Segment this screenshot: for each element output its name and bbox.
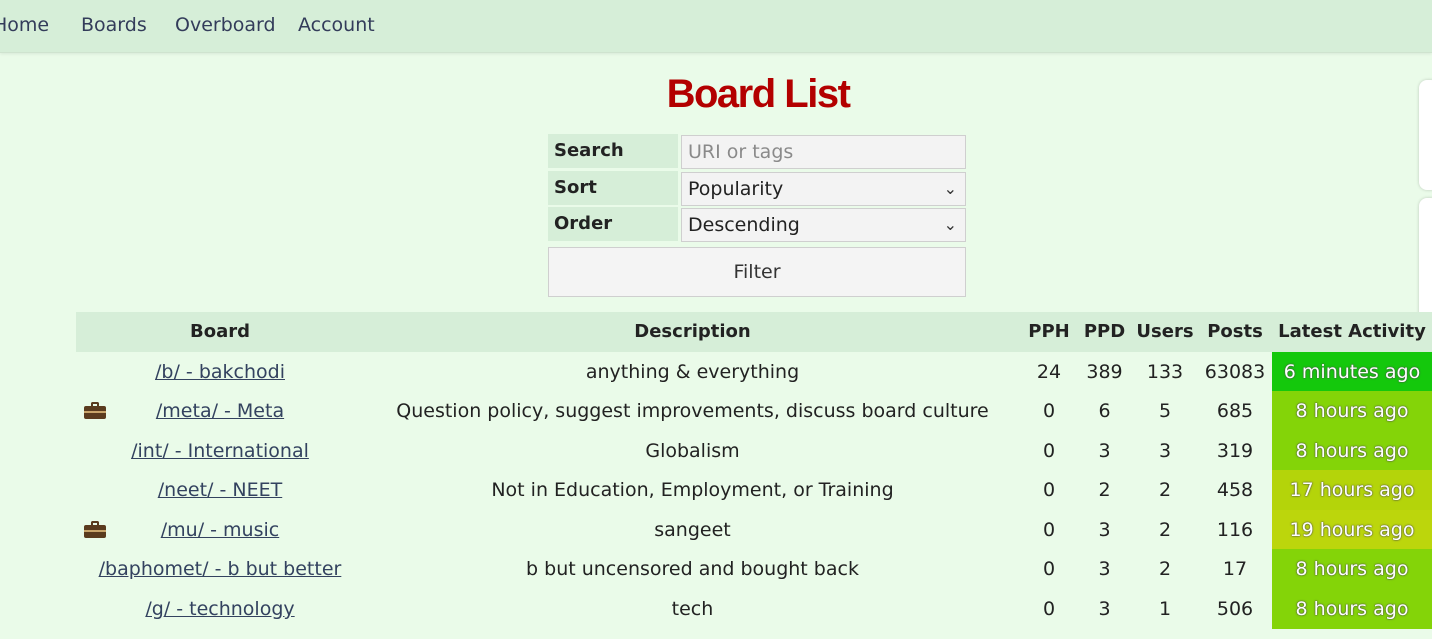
- cell-pph: 24: [1036, 361, 1062, 383]
- cell-latest-activity: 17 hours ago: [1272, 470, 1432, 510]
- cell-description: anything & everything: [585, 361, 800, 383]
- cell-posts: 17: [1222, 558, 1248, 580]
- cell-description: Globalism: [645, 440, 740, 462]
- header-latest-activity[interactable]: Latest Activity: [1272, 312, 1432, 352]
- header-description[interactable]: Description: [364, 312, 1021, 352]
- cell-board: /mu/ - music: [76, 510, 364, 550]
- page-title: Board List: [666, 72, 851, 116]
- chevron-down-icon: ⌄: [943, 215, 957, 234]
- cell-posts: 685: [1216, 400, 1254, 422]
- cell-latest-activity: 8 hours ago: [1272, 589, 1432, 629]
- cell-pph: 0: [1042, 479, 1056, 501]
- sort-label: Sort: [548, 171, 678, 205]
- sort-select[interactable]: Popularity ⌄: [681, 172, 966, 206]
- order-select[interactable]: Descending ⌄: [681, 208, 966, 242]
- table-header: Board Description PPH PPD Users Posts La…: [76, 312, 1432, 352]
- board-link[interactable]: /mu/ - music: [161, 519, 279, 541]
- cell-description: Not in Education, Employment, or Trainin…: [491, 479, 894, 501]
- header-users[interactable]: Users: [1132, 312, 1198, 352]
- cell-ppd: 389: [1086, 361, 1123, 383]
- nav-boards-link[interactable]: Boards: [81, 14, 147, 36]
- cell-board: /meta/ - Meta: [76, 391, 364, 431]
- cell-users: 2: [1158, 519, 1172, 541]
- cell-description: tech: [671, 598, 714, 620]
- top-nav: Home Boards Overboard Account: [0, 0, 1432, 53]
- cell-posts: 63083: [1204, 361, 1266, 383]
- chevron-down-icon: ⌄: [943, 179, 957, 198]
- cell-posts: 319: [1216, 440, 1254, 462]
- board-link[interactable]: /int/ - International: [131, 440, 309, 462]
- order-value: Descending: [688, 214, 800, 236]
- cell-users: 5: [1158, 400, 1172, 422]
- table-row: /mu/ - music sangeet 0 3 2 116 19 hours ago: [76, 510, 1432, 550]
- board-link[interactable]: /b/ - bakchodi: [155, 361, 285, 383]
- nav-account-link[interactable]: Account: [298, 14, 375, 36]
- nav-home-link[interactable]: Home: [0, 14, 49, 36]
- cell-latest-activity: 8 hours ago: [1272, 549, 1432, 589]
- board-link[interactable]: /neet/ - NEET: [158, 479, 282, 501]
- search-label: Search: [548, 134, 678, 168]
- search-row: Search URI or tags: [548, 134, 966, 169]
- cell-pph: 0: [1042, 558, 1056, 580]
- cell-board: /int/ - International: [76, 431, 364, 471]
- cell-board: /g/ - technology: [76, 589, 364, 629]
- cell-latest-activity: 19 hours ago: [1272, 510, 1432, 550]
- table-row: /int/ - International Globalism 0 3 3 319 8 ho…: [76, 431, 1432, 471]
- order-row: Order Descending ⌄: [548, 207, 966, 242]
- cell-board: /neet/ - NEET: [76, 470, 364, 510]
- order-label: Order: [548, 207, 678, 241]
- cell-latest-activity: 8 hours ago: [1272, 391, 1432, 431]
- cell-posts: 458: [1216, 479, 1254, 501]
- cell-pph: 0: [1042, 440, 1056, 462]
- table-row: /meta/ - Meta Question policy, suggest im…: [76, 391, 1432, 431]
- table-row: /b/ - bakchodi anything & everything 24 389…: [76, 352, 1432, 392]
- cell-pph: 0: [1042, 519, 1056, 541]
- cell-users: 133: [1146, 361, 1184, 383]
- header-pph[interactable]: PPH: [1021, 312, 1077, 352]
- cell-latest-activity: 6 minutes ago: [1272, 352, 1432, 392]
- cell-ppd: 3: [1098, 440, 1111, 462]
- cell-ppd: 3: [1098, 519, 1111, 541]
- cell-posts: 116: [1216, 519, 1254, 541]
- nav-overboard-link[interactable]: Overboard: [175, 14, 276, 36]
- cell-description: Question policy, suggest improvements, d…: [396, 400, 989, 422]
- board-link[interactable]: /baphomet/ - b but better: [99, 558, 342, 580]
- header-board[interactable]: Board: [76, 312, 364, 352]
- cell-ppd: 6: [1098, 400, 1111, 422]
- board-link[interactable]: /g/ - technology: [145, 598, 294, 620]
- table-row: /baphomet/ - b but better b but uncensore…: [76, 549, 1432, 589]
- filter-button[interactable]: Filter: [548, 247, 966, 297]
- header-ppd[interactable]: PPD: [1077, 312, 1132, 352]
- table-row: /g/ - technology tech 0 3 1 506 8 hours ago: [76, 589, 1432, 629]
- table-row: /neet/ - NEET Not in Education, Employmen…: [76, 470, 1432, 510]
- cell-description: sangeet: [654, 519, 731, 541]
- cell-users: 2: [1158, 558, 1172, 580]
- cell-description: b but uncensored and bought back: [526, 558, 859, 580]
- cell-pph: 0: [1042, 598, 1056, 620]
- cell-board: /baphomet/ - b but better: [76, 549, 364, 589]
- sort-value: Popularity: [688, 178, 784, 200]
- cell-users: 1: [1158, 598, 1172, 620]
- cell-users: 3: [1158, 440, 1172, 462]
- cell-pph: 0: [1042, 400, 1056, 422]
- header-posts[interactable]: Posts: [1198, 312, 1272, 352]
- board-link[interactable]: /meta/ - Meta: [156, 400, 284, 422]
- cell-ppd: 2: [1098, 479, 1111, 501]
- sort-row: Sort Popularity ⌄: [548, 171, 966, 206]
- cell-posts: 506: [1216, 598, 1254, 620]
- cell-users: 2: [1158, 479, 1172, 501]
- cell-ppd: 3: [1098, 598, 1111, 620]
- cell-board: /b/ - bakchodi: [76, 352, 364, 392]
- cell-latest-activity: 8 hours ago: [1272, 431, 1432, 471]
- cell-ppd: 3: [1098, 558, 1111, 580]
- search-input[interactable]: URI or tags: [681, 135, 966, 169]
